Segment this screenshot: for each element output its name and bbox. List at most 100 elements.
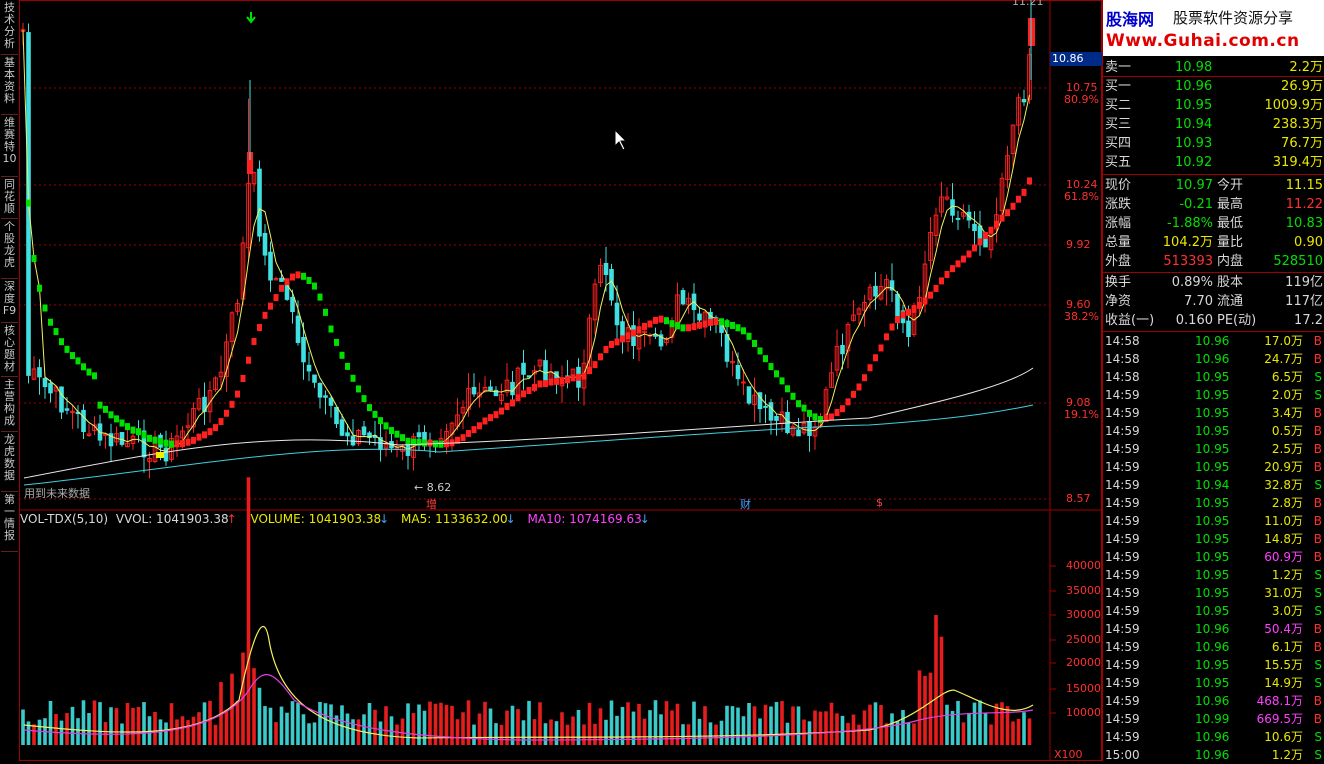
tick-row[interactable]: 14:59 10.95 60.9万 B [1103, 548, 1324, 566]
volume-bar [301, 714, 306, 745]
tick-row[interactable]: 14:59 10.95 3.4万 B [1103, 404, 1324, 422]
tick-row[interactable]: 14:59 10.95 11.0万 B [1103, 512, 1324, 530]
tick-row[interactable]: 14:59 10.95 2.8万 B [1103, 494, 1324, 512]
order-book-row[interactable]: 买五 10.92 319.4万 [1103, 153, 1324, 172]
order-price: 10.93 [1175, 136, 1213, 151]
trend-band-segment [862, 374, 867, 382]
left-tab-3[interactable]: 同花顺 [1, 179, 18, 219]
stat-value: 528510 [1273, 254, 1323, 269]
trend-band-segment [493, 411, 499, 419]
volume-bar [131, 708, 135, 745]
tick-volume: 3.0万 [1271, 604, 1303, 618]
tick-row[interactable]: 14:59 10.96 468.1万 B [1103, 692, 1324, 710]
volume-bar [197, 712, 201, 745]
tick-row[interactable]: 14:59 10.95 1.2万 S [1103, 566, 1324, 584]
tick-time: 14:59 [1105, 478, 1140, 492]
candle-body [680, 290, 686, 305]
trend-band-segment [92, 372, 97, 380]
tick-row[interactable]: 14:58 10.96 17.0万 B [1103, 332, 1324, 350]
trend-band-segment [878, 344, 884, 352]
quote-panel: 股海网 股票软件资源分享 Www.Guhai.com.cn 卖一 10.98 2.2… [1102, 0, 1324, 764]
volume-bar [400, 718, 405, 745]
volume-bar [417, 704, 421, 745]
tick-row[interactable]: 14:59 10.96 50.4万 B [1103, 620, 1324, 638]
volume-bar [879, 704, 883, 745]
left-tab-5[interactable]: 深度F9 [1, 281, 18, 323]
order-book-row[interactable]: 卖一 10.98 2.2万 [1103, 58, 1324, 77]
order-book-row[interactable]: 买四 10.93 76.7万 [1103, 134, 1324, 153]
left-tab-6[interactable]: 核心题材 [1, 325, 18, 377]
tick-row[interactable]: 14:59 10.95 2.5万 B [1103, 440, 1324, 458]
volume-bar [32, 724, 36, 745]
volume-bar [780, 701, 784, 745]
trend-band-segment [603, 346, 609, 354]
tick-price: 10.95 [1195, 460, 1230, 474]
volume-bar [125, 702, 130, 745]
volume-bar [153, 711, 157, 745]
order-price: 10.98 [1175, 60, 1213, 75]
kline-chart[interactable] [19, 0, 1102, 761]
tick-price: 10.95 [1195, 370, 1230, 384]
tick-row[interactable]: 14:59 10.95 14.9万 S [1103, 674, 1324, 692]
trend-band-segment [999, 214, 1005, 222]
event-mark-s[interactable]: $ [876, 496, 883, 509]
left-tab-2[interactable]: 维赛特10 [1, 117, 18, 177]
stat-row: 总量 104.2万 量比 0.90 [1103, 233, 1324, 252]
left-tab-7[interactable]: 主营构成 [1, 379, 18, 432]
event-mark-zeng[interactable]: 增 [426, 496, 437, 512]
candle-body [301, 337, 306, 363]
tick-row[interactable]: 14:59 10.95 3.0万 S [1103, 602, 1324, 620]
tick-row[interactable]: 14:59 10.95 14.8万 B [1103, 530, 1324, 548]
left-tab-9[interactable]: 第一情报 [1, 494, 18, 552]
trend-band-segment [625, 332, 631, 340]
tick-price: 10.99 [1195, 712, 1230, 726]
chart-area[interactable] [19, 0, 1102, 761]
volume-bar [54, 713, 58, 745]
order-book-row[interactable]: 买一 10.96 26.9万 [1103, 77, 1324, 96]
volume-bar [532, 719, 537, 745]
tick-row[interactable]: 14:59 10.95 20.9万 B [1103, 458, 1324, 476]
trend-band-segment [301, 272, 306, 280]
left-tab-8[interactable]: 龙虎数据 [1, 434, 18, 492]
trend-band-segment [532, 383, 537, 391]
tick-row[interactable]: 14:59 10.99 669.5万 B [1103, 710, 1324, 728]
candle-body [306, 364, 312, 372]
left-tab-0[interactable]: 技术分析 [1, 2, 18, 55]
tick-row[interactable]: 14:59 10.95 31.0万 S [1103, 584, 1324, 602]
order-book-row[interactable]: 买三 10.94 238.3万 [1103, 115, 1324, 134]
stat-label: 涨跌 [1105, 197, 1132, 212]
volume-bar [164, 722, 168, 745]
tick-row[interactable]: 14:58 10.95 6.5万 S [1103, 368, 1324, 386]
candle-body [416, 432, 422, 438]
tick-row[interactable]: 14:58 10.96 24.7万 B [1103, 350, 1324, 368]
volume-value: VOLUME: 1041903.38 [250, 512, 382, 526]
trend-band-segment [97, 401, 103, 409]
tick-row[interactable]: 14:59 10.95 0.5万 B [1103, 422, 1324, 440]
tick-side: B [1313, 550, 1322, 564]
indicator-name[interactable]: VOL-TDX(5,10) [20, 512, 108, 526]
guhai-logo: 股海网 股票软件资源分享 Www.Guhai.com.cn [1103, 0, 1324, 56]
volume-bar [263, 706, 267, 745]
left-tab-1[interactable]: 基本资料 [1, 57, 18, 115]
left-tab-4[interactable]: 个股龙虎 [1, 221, 18, 279]
tick-volume: 2.5万 [1271, 442, 1303, 456]
trend-band-segment [763, 355, 768, 363]
tick-row[interactable]: 14:59 10.96 6.1万 B [1103, 638, 1324, 656]
trend-band-segment [471, 426, 477, 434]
tick-volume: 60.9万 [1264, 550, 1303, 564]
trend-band-segment [169, 440, 174, 448]
tick-row[interactable]: 14:59 10.95 2.0万 S [1103, 386, 1324, 404]
trend-band-segment [576, 373, 581, 381]
tick-row[interactable]: 14:59 10.94 32.8万 S [1103, 476, 1324, 494]
candle-body [42, 377, 48, 388]
tick-row[interactable]: 15:00 10.96 1.2万 S [1103, 746, 1324, 764]
event-mark-cai[interactable]: 财 [740, 496, 751, 512]
candle-body [746, 386, 752, 404]
order-book-row[interactable]: 买二 10.95 1009.9万 [1103, 96, 1324, 115]
tick-volume: 14.8万 [1264, 532, 1303, 546]
tick-row[interactable]: 14:59 10.95 15.5万 S [1103, 656, 1324, 674]
volume-bar [411, 713, 416, 745]
trend-band-segment [664, 317, 669, 325]
stat-label: PE(动) [1217, 313, 1257, 328]
tick-row[interactable]: 14:59 10.96 10.6万 S [1103, 728, 1324, 746]
